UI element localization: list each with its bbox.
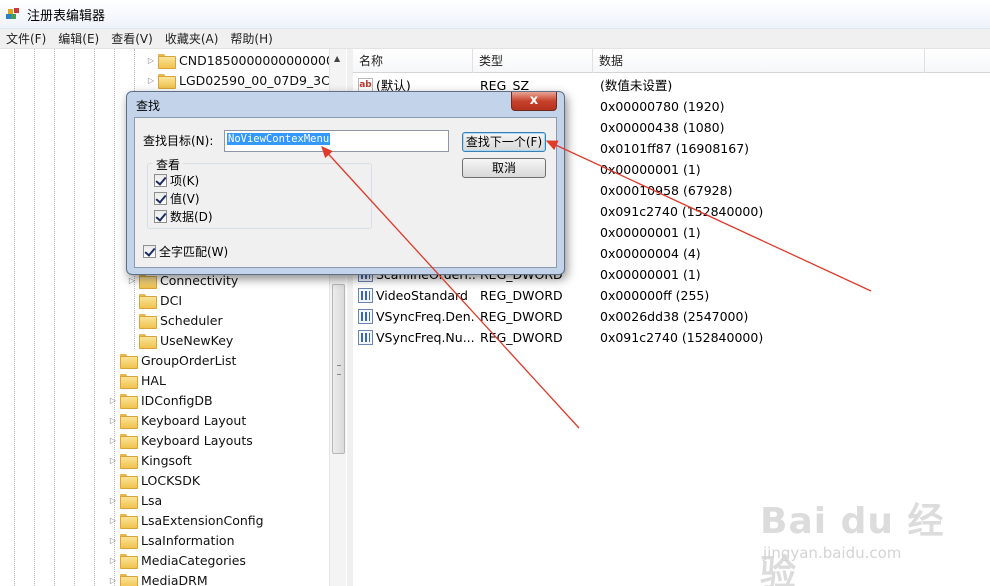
column-data[interactable]: 数据 [593,49,925,73]
column-type[interactable]: 类型 [473,49,593,73]
tree-item[interactable]: HAL [108,370,166,390]
tree-item[interactable]: ▷ Keyboard Layouts [108,430,253,450]
folder-icon [120,513,138,529]
folder-icon [120,353,138,369]
value-row[interactable]: VSyncFreq.Nu... REG_DWORD 0x091c2740 (1528… [353,327,990,348]
menu-bar: 文件(F) 编辑(E) 查看(V) 收藏夹(A) 帮助(H) [0,29,990,49]
folder-icon [120,393,138,409]
menu-favorites[interactable]: 收藏夹(A) [159,29,225,49]
binary-value-icon [358,330,373,345]
close-icon[interactable]: x [511,92,557,111]
expand-icon[interactable]: ▷ [108,536,118,545]
folder-icon [120,433,138,449]
option-match-whole[interactable]: 全字匹配(W) [143,243,228,259]
find-target-input[interactable]: NoViewContexMenu [224,130,449,152]
tree-item[interactable]: ▷ CND1850000000000000_2 [146,50,345,70]
tree-guide-line [34,49,35,586]
tree-item[interactable]: ▷ IDConfigDB [108,390,213,410]
tree-item[interactable]: ▷ Kingsoft [108,450,192,470]
folder-icon [120,573,138,586]
scroll-up-icon[interactable]: ▲ [334,54,340,63]
tree-item[interactable]: LOCKSDK [108,470,200,490]
expand-icon[interactable]: ▷ [108,436,118,445]
checkbox-checked-icon[interactable] [154,209,167,223]
dialog-title: 查找 [136,99,161,113]
tree-item[interactable]: ▷ MediaDRM [108,570,208,586]
folder-icon [120,473,138,489]
expand-icon[interactable]: ▷ [146,76,156,85]
tree-item[interactable]: Scheduler [127,310,223,330]
title-bar: 注册表编辑器 [0,0,990,29]
dialog-body: 查找目标(N): NoViewContexMenu 查找下一个(F) 取消 查看… [134,117,557,268]
binary-value-icon [358,288,373,303]
tree-guide-line [74,49,75,586]
tree-item[interactable]: ▷ Lsa [108,490,162,510]
folder-icon [120,373,138,389]
menu-edit[interactable]: 编辑(E) [52,29,105,49]
tree-item[interactable]: ▷ Keyboard Layout [108,410,246,430]
window-title: 注册表编辑器 [27,8,106,24]
folder-icon [120,533,138,549]
option-keys[interactable]: 项(K) [154,172,199,188]
checkbox-checked-icon[interactable] [143,244,156,258]
tree-guide-line [94,49,95,586]
tree-item[interactable]: UseNewKey [127,330,233,350]
option-values[interactable]: 值(V) [154,190,200,206]
value-row[interactable]: VSyncFreq.Den... REG_DWORD 0x0026dd38 (254… [353,306,990,327]
grip-icon [337,365,341,375]
tree-item[interactable]: DCI [127,290,182,310]
expand-icon[interactable]: ▷ [108,556,118,565]
watermark: Bai du 经验 jingyan.baidu.com [755,492,955,586]
selected-text: NoViewContexMenu [227,133,331,145]
registry-editor-icon [6,8,19,19]
expand-icon[interactable]: ▷ [108,576,118,585]
find-dialog: 查找 x 查找目标(N): NoViewContexMenu 查找下一个(F) … [126,91,565,275]
scroll-thumb[interactable] [332,284,345,454]
folder-icon [120,493,138,509]
cancel-button[interactable]: 取消 [462,158,546,178]
tree-item[interactable]: ▷ LsaInformation [108,530,235,550]
folder-icon [158,73,176,89]
find-target-label: 查找目标(N): [143,134,214,148]
expand-icon[interactable]: ▷ [108,516,118,525]
expand-icon[interactable]: ▷ [108,416,118,425]
tree-guide-line [14,49,15,586]
find-next-button[interactable]: 查找下一个(F) [462,132,546,152]
option-data[interactable]: 数据(D) [154,208,213,224]
folder-icon [158,53,176,69]
tree-item[interactable]: ▷ LGD02590_00_07D9_3C^0 [146,70,345,90]
folder-icon [139,333,157,349]
folder-icon [120,553,138,569]
expand-icon[interactable]: ▷ [146,56,156,65]
binary-value-icon [358,309,373,324]
menu-file[interactable]: 文件(F) [0,29,52,49]
folder-icon [139,293,157,309]
expand-icon[interactable]: ▷ [108,456,118,465]
folder-icon [120,453,138,469]
tree-guide-line [54,49,55,586]
value-row[interactable]: VideoStandard REG_DWORD 0x000000ff (255) [353,285,990,306]
checkbox-checked-icon[interactable] [154,173,167,187]
expand-icon[interactable]: ▷ [127,276,137,285]
registry-editor-window: 注册表编辑器 文件(F) 编辑(E) 查看(V) 收藏夹(A) 帮助(H) ▷ C… [0,0,990,586]
folder-icon [120,413,138,429]
menu-help[interactable]: 帮助(H) [224,29,278,49]
look-at-group: 查看 项(K) 值(V) 数据(D) [147,156,372,229]
tree-item[interactable]: ▷ LsaExtensionConfig [108,510,264,530]
folder-icon [139,273,157,289]
folder-icon [139,313,157,329]
watermark-url: jingyan.baidu.com [763,544,902,562]
look-at-legend: 查看 [153,156,184,173]
tree-item[interactable]: GroupOrderList [108,350,236,370]
expand-icon[interactable]: ▷ [108,496,118,505]
menu-view[interactable]: 查看(V) [105,29,159,49]
expand-icon[interactable]: ▷ [108,396,118,405]
tree-item[interactable]: ▷ MediaCategories [108,550,246,570]
column-name[interactable]: 名称 [353,49,473,73]
watermark-logo: Bai du 经验 [760,501,945,586]
values-header: 名称 类型 数据 [353,49,990,73]
checkbox-checked-icon[interactable] [154,191,167,205]
